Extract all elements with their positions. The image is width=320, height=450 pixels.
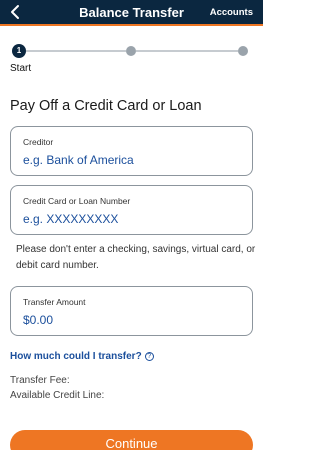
available-credit-label: Available Credit Line: bbox=[10, 390, 105, 401]
creditor-label: Creditor bbox=[23, 137, 54, 147]
help-icon[interactable]: ? bbox=[144, 351, 154, 361]
account-number-field[interactable]: Credit Card or Loan Number e.g. XXXXXXXX… bbox=[10, 185, 253, 235]
stepper-active-step: 1 bbox=[12, 44, 26, 58]
creditor-field[interactable]: Creditor e.g. Bank of America bbox=[10, 126, 253, 176]
progress-stepper: 1 bbox=[12, 44, 248, 58]
how-much-transfer-label: How much could I transfer? bbox=[10, 351, 142, 362]
account-number-label: Credit Card or Loan Number bbox=[23, 196, 131, 206]
accounts-link[interactable]: Accounts bbox=[210, 7, 253, 18]
transfer-amount-field[interactable]: Transfer Amount $0.00 bbox=[10, 286, 253, 336]
transfer-fee-label: Transfer Fee: bbox=[10, 375, 70, 386]
stepper-step-2 bbox=[126, 46, 136, 56]
transfer-amount-label: Transfer Amount bbox=[23, 297, 86, 307]
creditor-input[interactable]: e.g. Bank of America bbox=[23, 153, 134, 167]
stepper-line bbox=[26, 50, 126, 52]
stepper-line bbox=[136, 50, 238, 52]
account-number-helper-text: Please don't enter a checking, savings, … bbox=[16, 244, 256, 271]
top-navigation-bar: Balance Transfer Accounts bbox=[0, 0, 263, 26]
stepper-step-3 bbox=[238, 46, 248, 56]
account-number-input[interactable]: e.g. XXXXXXXXX bbox=[23, 212, 118, 226]
continue-button[interactable]: Continue bbox=[10, 430, 253, 450]
form-heading: Pay Off a Credit Card or Loan bbox=[10, 98, 202, 114]
how-much-transfer-link[interactable]: How much could I transfer?? bbox=[10, 351, 154, 362]
stepper-active-label: Start bbox=[10, 63, 32, 74]
transfer-amount-input[interactable]: $0.00 bbox=[23, 313, 53, 327]
